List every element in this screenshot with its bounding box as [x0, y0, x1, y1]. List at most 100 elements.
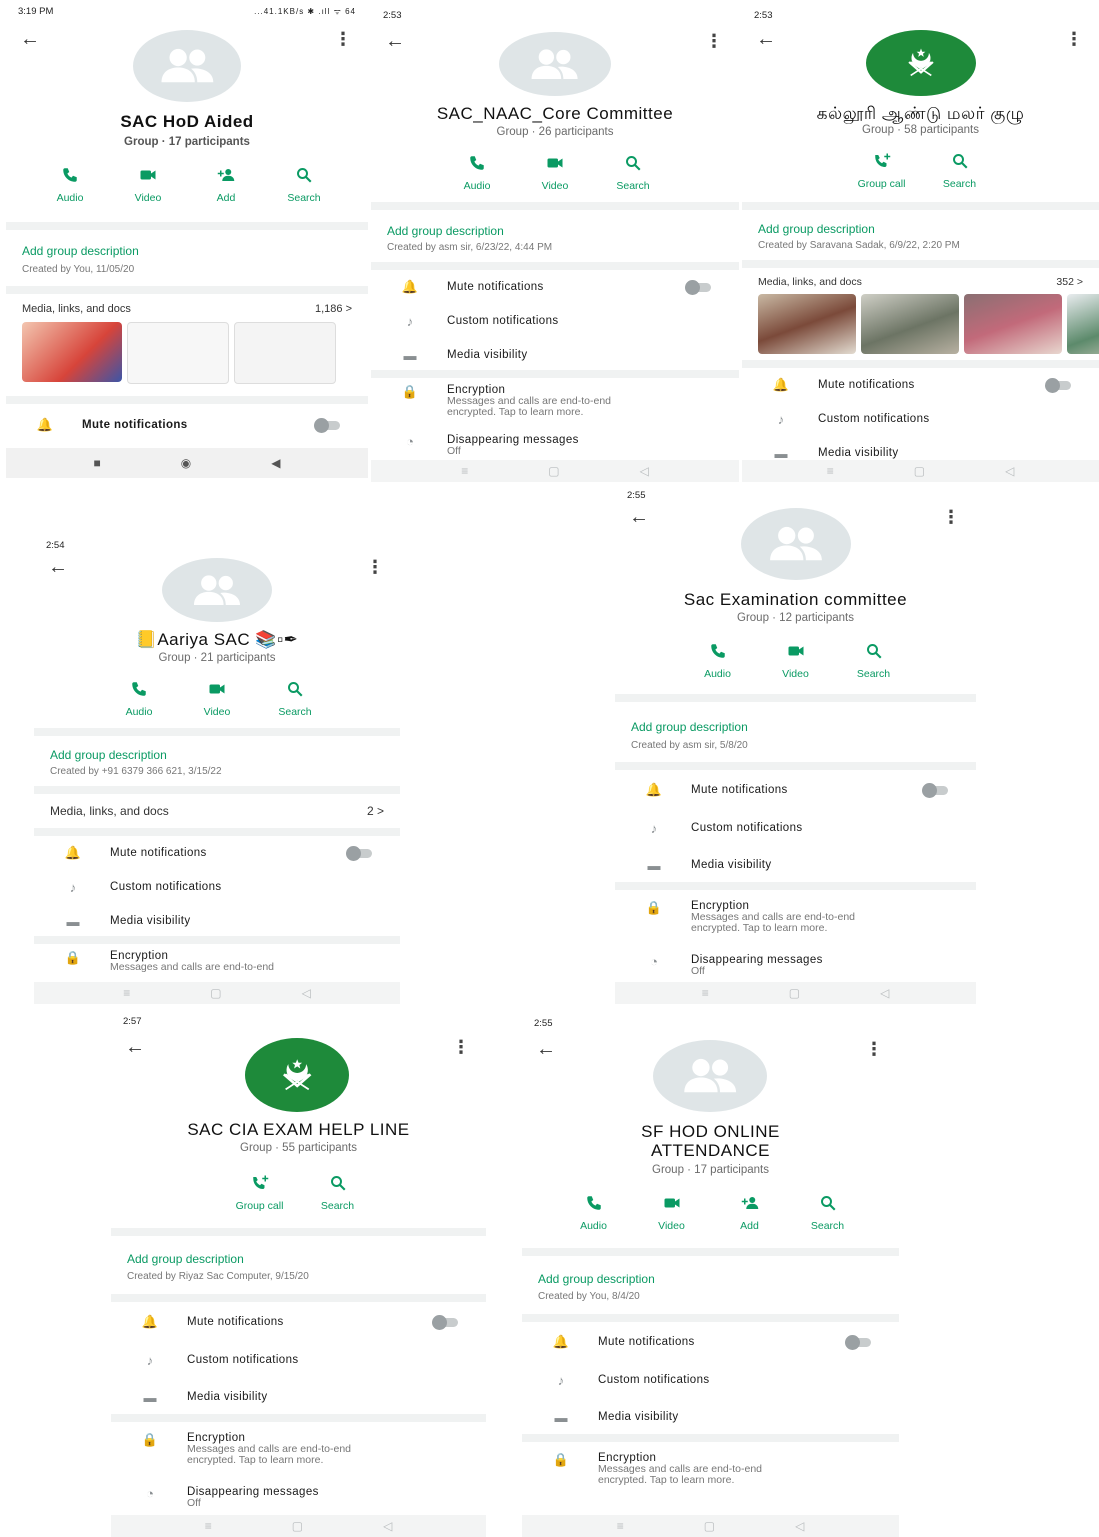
- media-thumb[interactable]: [22, 322, 122, 382]
- group-call-button[interactable]: Group call: [221, 1174, 299, 1212]
- back-arrow-icon[interactable]: ←: [756, 26, 776, 52]
- add-description-link[interactable]: Add group description: [127, 1252, 244, 1266]
- more-options-icon[interactable]: ⋮: [942, 504, 960, 530]
- search-button[interactable]: Search: [265, 166, 343, 204]
- mute-notifications-row[interactable]: 🔔 Mute notifications: [371, 274, 739, 300]
- back-arrow-icon[interactable]: ←: [536, 1036, 556, 1062]
- media-visibility-row[interactable]: ▬ Media visibility: [111, 1384, 486, 1410]
- home-icon[interactable]: ▢: [789, 986, 800, 1000]
- search-button[interactable]: Search: [299, 1174, 377, 1212]
- back-arrow-icon[interactable]: ←: [20, 26, 40, 52]
- back-arrow-icon[interactable]: ←: [48, 554, 68, 580]
- disappearing-messages-row[interactable]: ◔ Disappearing messages Off: [111, 1486, 486, 1512]
- mute-notifications-row[interactable]: 🔔 Mute notifications: [522, 1329, 899, 1355]
- home-icon[interactable]: ▢: [548, 464, 559, 478]
- mute-toggle[interactable]: [314, 417, 340, 433]
- search-button[interactable]: Search: [835, 642, 913, 680]
- back-nav-icon[interactable]: ◁: [383, 1519, 392, 1533]
- mute-toggle[interactable]: [346, 845, 372, 861]
- back-nav-icon[interactable]: ◁: [880, 986, 889, 1000]
- disappearing-messages-row[interactable]: ◔ Disappearing messages Off: [615, 954, 976, 980]
- mute-toggle[interactable]: [845, 1334, 871, 1350]
- group-avatar[interactable]: [162, 558, 272, 622]
- mute-notifications-row[interactable]: 🔔 Mute notifications: [6, 412, 368, 438]
- audio-button[interactable]: Audio: [31, 166, 109, 204]
- add-button[interactable]: Add: [187, 166, 265, 204]
- media-visibility-row[interactable]: ▬ Media visibility: [371, 342, 739, 368]
- menu-icon[interactable]: ≡: [617, 1519, 624, 1533]
- back-nav-icon[interactable]: ◁: [640, 464, 649, 478]
- encryption-row[interactable]: 🔒 Encryption Messages and calls are end-…: [34, 950, 400, 980]
- home-icon[interactable]: ◉: [181, 456, 191, 470]
- back-arrow-icon[interactable]: ←: [385, 28, 405, 54]
- custom-notifications-row[interactable]: ♪ Custom notifications: [615, 815, 976, 841]
- mute-notifications-row[interactable]: 🔔 Mute notifications: [742, 372, 1099, 398]
- search-button[interactable]: Search: [789, 1194, 867, 1232]
- group-avatar[interactable]: [245, 1038, 349, 1112]
- disappearing-messages-row[interactable]: ◔ Disappearing messages Off: [371, 434, 739, 460]
- media-thumb[interactable]: [964, 294, 1062, 354]
- recents-icon[interactable]: ■: [94, 456, 101, 470]
- audio-button[interactable]: Audio: [555, 1194, 633, 1232]
- add-description-link[interactable]: Add group description: [538, 1272, 655, 1286]
- media-links-docs-row[interactable]: Media, links, and docs 2 >: [50, 804, 384, 818]
- add-description-link[interactable]: Add group description: [758, 222, 875, 236]
- add-button[interactable]: Add: [711, 1194, 789, 1232]
- home-icon[interactable]: ▢: [292, 1519, 303, 1533]
- group-avatar[interactable]: [866, 30, 976, 96]
- menu-icon[interactable]: ≡: [123, 986, 130, 1000]
- more-options-icon[interactable]: ⋮: [865, 1036, 883, 1062]
- media-thumb[interactable]: [234, 322, 336, 384]
- media-links-docs-row[interactable]: Media, links, and docs 1,186 >: [22, 303, 352, 315]
- mute-toggle[interactable]: [922, 782, 948, 798]
- mute-notifications-row[interactable]: 🔔 Mute notifications: [615, 777, 976, 803]
- encryption-row[interactable]: 🔒 Encryption Messages and calls are end-…: [111, 1432, 486, 1472]
- custom-notifications-row[interactable]: ♪ Custom notifications: [522, 1367, 899, 1393]
- more-options-icon[interactable]: ⋮: [705, 28, 723, 54]
- back-nav-icon[interactable]: ◁: [302, 986, 311, 1000]
- mute-notifications-row[interactable]: 🔔 Mute notifications: [111, 1309, 486, 1335]
- back-arrow-icon[interactable]: ←: [125, 1034, 145, 1060]
- search-button[interactable]: Search: [921, 152, 999, 190]
- media-visibility-row[interactable]: ▬ Media visibility: [34, 908, 400, 934]
- back-nav-icon[interactable]: ◁: [1005, 464, 1014, 478]
- custom-notifications-row[interactable]: ♪ Custom notifications: [371, 308, 739, 334]
- group-avatar[interactable]: [741, 508, 851, 580]
- mute-toggle[interactable]: [432, 1314, 458, 1330]
- encryption-row[interactable]: 🔒 Encryption Messages and calls are end-…: [522, 1452, 899, 1492]
- video-button[interactable]: Video: [178, 680, 256, 718]
- audio-button[interactable]: Audio: [438, 154, 516, 192]
- back-arrow-icon[interactable]: ←: [629, 504, 649, 530]
- audio-button[interactable]: Audio: [679, 642, 757, 680]
- search-button[interactable]: Search: [594, 154, 672, 192]
- home-icon[interactable]: ▢: [914, 464, 925, 478]
- audio-button[interactable]: Audio: [100, 680, 178, 718]
- custom-notifications-row[interactable]: ♪ Custom notifications: [742, 406, 1099, 432]
- menu-icon[interactable]: ≡: [461, 464, 468, 478]
- add-description-link[interactable]: Add group description: [631, 720, 748, 734]
- add-description-link[interactable]: Add group description: [387, 224, 504, 238]
- encryption-row[interactable]: 🔒 Encryption Messages and calls are end-…: [615, 900, 976, 940]
- more-options-icon[interactable]: ⋮: [1065, 26, 1083, 52]
- custom-notifications-row[interactable]: ♪ Custom notifications: [111, 1347, 486, 1373]
- menu-icon[interactable]: ≡: [702, 986, 709, 1000]
- mute-toggle[interactable]: [685, 279, 711, 295]
- mute-notifications-row[interactable]: 🔔 Mute notifications: [34, 840, 400, 866]
- menu-icon[interactable]: ≡: [827, 464, 834, 478]
- group-avatar[interactable]: [499, 32, 611, 96]
- video-button[interactable]: Video: [109, 166, 187, 204]
- back-nav-icon[interactable]: ◁: [795, 1519, 804, 1533]
- home-icon[interactable]: ▢: [210, 986, 221, 1000]
- video-button[interactable]: Video: [516, 154, 594, 192]
- home-icon[interactable]: ▢: [704, 1519, 715, 1533]
- group-avatar[interactable]: [133, 30, 241, 102]
- media-thumb[interactable]: [127, 322, 229, 384]
- media-links-docs-row[interactable]: Media, links, and docs 352 >: [758, 276, 1083, 288]
- group-avatar[interactable]: [653, 1040, 767, 1112]
- search-button[interactable]: Search: [256, 680, 334, 718]
- group-call-button[interactable]: Group call: [843, 152, 921, 190]
- media-thumb[interactable]: [861, 294, 959, 354]
- more-options-icon[interactable]: ⋮: [334, 26, 352, 52]
- media-thumb[interactable]: [758, 294, 856, 354]
- video-button[interactable]: Video: [757, 642, 835, 680]
